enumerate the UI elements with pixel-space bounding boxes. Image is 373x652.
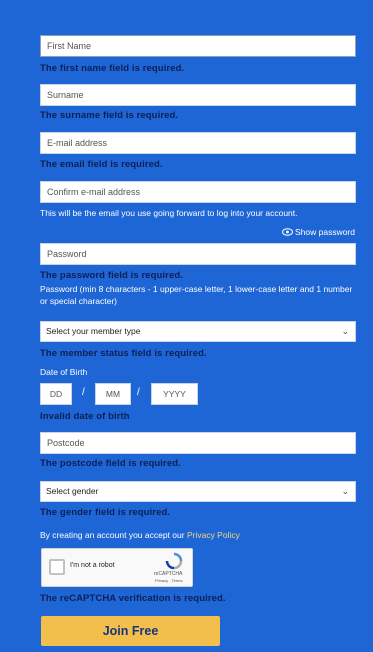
- recaptcha-checkbox[interactable]: [49, 559, 65, 575]
- dob-year-input[interactable]: YYYY: [151, 383, 198, 405]
- confirm-email-note: This will be the email you use going for…: [40, 208, 298, 218]
- first-name-placeholder: First Name: [47, 41, 92, 51]
- surname-input[interactable]: Surname: [40, 84, 356, 106]
- recaptcha-terms: Privacy - Terms: [155, 578, 183, 583]
- email-input[interactable]: E-mail address: [40, 132, 356, 154]
- confirm-email-input[interactable]: Confirm e-mail address: [40, 181, 356, 203]
- show-password-toggle[interactable]: Show password: [281, 227, 355, 238]
- recaptcha-error: The reCAPTCHA verification is required.: [40, 593, 226, 604]
- postcode-input[interactable]: Postcode: [40, 432, 356, 454]
- privacy-policy-link[interactable]: Privacy Policy: [187, 530, 240, 540]
- password-placeholder: Password: [47, 249, 87, 259]
- first-name-input[interactable]: First Name: [40, 35, 356, 57]
- eye-icon: [281, 227, 293, 238]
- surname-error: The surname field is required.: [40, 110, 179, 121]
- password-error: The password field is required.: [40, 270, 183, 281]
- terms-prefix: By creating an account you accept our: [40, 530, 187, 540]
- postcode-placeholder: Postcode: [47, 438, 85, 448]
- dob-label: Date of Birth: [40, 367, 88, 377]
- member-type-error: The member status field is required.: [40, 348, 207, 359]
- chevron-down-icon: ⌄: [341, 486, 349, 496]
- confirm-email-placeholder: Confirm e-mail address: [47, 187, 141, 197]
- gender-value: Select gender: [46, 486, 99, 496]
- dob-month-input[interactable]: MM: [95, 383, 131, 405]
- gender-select[interactable]: Select gender ⌄: [40, 481, 356, 502]
- chevron-down-icon: ⌄: [341, 326, 349, 336]
- postcode-error: The postcode field is required.: [40, 458, 181, 469]
- recaptcha-widget: I'm not a robot reCAPTCHA Privacy - Term…: [41, 548, 193, 587]
- dob-day-input[interactable]: DD: [40, 383, 72, 405]
- password-input[interactable]: Password: [40, 243, 356, 265]
- dob-error: Invalid date of birth: [40, 411, 130, 422]
- recaptcha-brand: reCAPTCHA: [154, 571, 183, 577]
- member-type-value: Select your member type: [46, 326, 141, 336]
- dob-month-placeholder: MM: [105, 389, 121, 399]
- email-placeholder: E-mail address: [47, 138, 108, 148]
- member-type-select[interactable]: Select your member type ⌄: [40, 321, 356, 342]
- terms-text: By creating an account you accept our Pr…: [40, 530, 240, 540]
- first-name-error: The first name field is required.: [40, 63, 185, 74]
- gender-error: The gender field is required.: [40, 507, 171, 518]
- join-free-button[interactable]: Join Free: [41, 616, 220, 646]
- dob-separator: /: [137, 387, 140, 398]
- dob-separator: /: [82, 387, 85, 398]
- password-hint: Password (min 8 characters - 1 upper-cas…: [40, 284, 353, 306]
- recaptcha-label: I'm not a robot: [70, 562, 115, 569]
- dob-day-placeholder: DD: [49, 389, 63, 399]
- email-error: The email field is required.: [40, 159, 163, 170]
- surname-placeholder: Surname: [47, 90, 84, 100]
- dob-year-placeholder: YYYY: [163, 389, 186, 399]
- show-password-label: Show password: [294, 227, 355, 237]
